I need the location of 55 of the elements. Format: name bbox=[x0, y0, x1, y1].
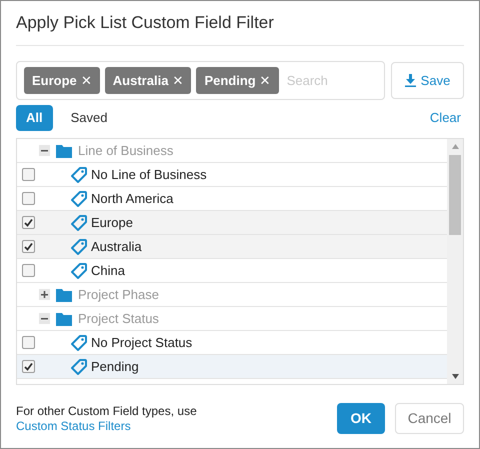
checkbox[interactable] bbox=[22, 168, 35, 181]
item-label: Australia bbox=[91, 238, 142, 256]
download-icon bbox=[404, 74, 416, 87]
minus-icon bbox=[41, 150, 48, 152]
remove-tag-button[interactable]: ✕ bbox=[172, 70, 184, 90]
save-button[interactable]: Save bbox=[391, 62, 464, 99]
item-label: No Project Status bbox=[91, 334, 192, 352]
checkbox[interactable] bbox=[22, 264, 35, 277]
tag-icon bbox=[71, 262, 87, 278]
footer-note: For other Custom Field types, use bbox=[16, 404, 198, 418]
tree-row[interactable]: Europe bbox=[17, 211, 447, 235]
group-label: Project Phase bbox=[78, 286, 159, 304]
tree-row[interactable]: Pending bbox=[17, 355, 447, 379]
plus-icon bbox=[41, 291, 48, 298]
tree-row[interactable]: Australia bbox=[17, 235, 447, 259]
checkbox[interactable] bbox=[22, 360, 35, 373]
filter-tag: Australia ✕ bbox=[104, 67, 192, 94]
checkbox[interactable] bbox=[22, 192, 35, 205]
item-label: China bbox=[91, 262, 125, 280]
item-label: Pending bbox=[91, 358, 139, 376]
item-label: No Line of Business bbox=[91, 166, 207, 184]
filter-tag: Pending ✕ bbox=[196, 67, 279, 94]
checkbox[interactable] bbox=[22, 216, 35, 229]
tag-icon bbox=[71, 190, 87, 206]
folder-icon bbox=[56, 312, 72, 326]
checkbox[interactable] bbox=[22, 240, 35, 253]
expand-button[interactable] bbox=[39, 289, 50, 300]
tag-icon bbox=[71, 238, 87, 254]
tag-icon bbox=[71, 334, 87, 350]
collapse-button[interactable] bbox=[39, 145, 50, 156]
clear-link[interactable]: Clear bbox=[430, 108, 461, 128]
filter-tab[interactable]: All bbox=[16, 105, 53, 131]
tag-icon bbox=[71, 166, 87, 182]
group-label: Project Status bbox=[78, 310, 159, 328]
filter-tag: Europe ✕ bbox=[24, 67, 100, 94]
filter-tab[interactable]: Saved bbox=[60, 105, 118, 131]
remove-tag-button[interactable]: ✕ bbox=[80, 70, 92, 90]
scrollbar-thumb[interactable] bbox=[449, 155, 461, 235]
ok-button[interactable]: OK bbox=[337, 403, 385, 434]
tag-icon bbox=[71, 358, 87, 374]
item-label: Europe bbox=[91, 214, 133, 232]
cancel-button[interactable]: Cancel bbox=[395, 403, 464, 434]
dialog-title: Apply Pick List Custom Field Filter bbox=[16, 12, 274, 34]
custom-status-filters-link[interactable]: Custom Status Filters bbox=[16, 418, 337, 434]
collapse-button[interactable] bbox=[39, 313, 50, 324]
folder-icon bbox=[56, 144, 72, 158]
group-label: Line of Business bbox=[78, 142, 174, 160]
checkbox[interactable] bbox=[22, 336, 35, 349]
remove-tag-button[interactable]: ✕ bbox=[260, 70, 271, 90]
minus-icon bbox=[41, 318, 48, 320]
scrollbar[interactable] bbox=[447, 139, 463, 384]
item-label: North America bbox=[91, 190, 174, 208]
folder-icon bbox=[56, 288, 72, 302]
tag-icon bbox=[71, 214, 87, 230]
scroll-down-icon[interactable] bbox=[452, 374, 458, 379]
